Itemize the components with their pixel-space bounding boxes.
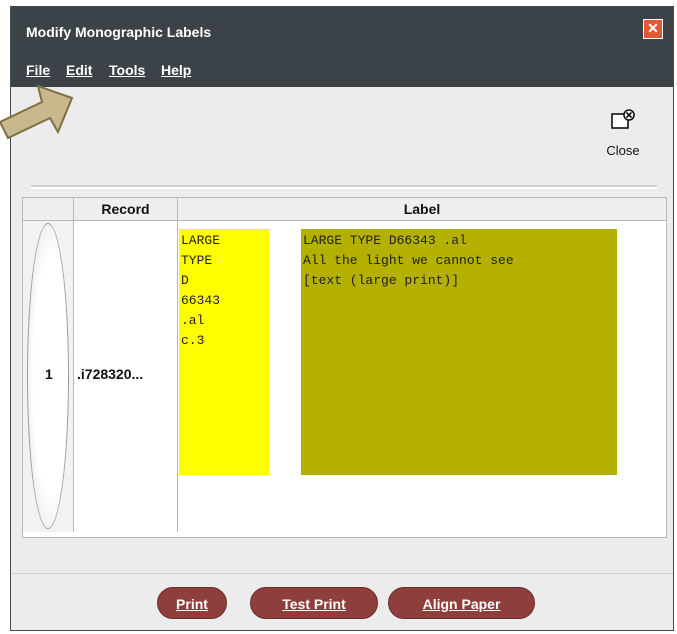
record-column-header[interactable]: Record: [74, 198, 178, 221]
test-print-button[interactable]: Test Print: [250, 587, 378, 619]
menu-bar: File Edit Tools Help: [11, 55, 673, 87]
window-title: Modify Monographic Labels: [26, 24, 212, 40]
modify-labels-window: Modify Monographic Labels ✕ File Edit To…: [10, 6, 674, 631]
menu-edit[interactable]: Edit: [66, 62, 92, 78]
button-bar: Print Test Print Align Paper: [11, 573, 673, 630]
spine-label[interactable]: LARGE TYPE D 66343 .al c.3: [179, 229, 269, 475]
pocket-label[interactable]: LARGE TYPE D66343 .al All the light we c…: [301, 229, 617, 475]
spine-line: D: [181, 273, 189, 288]
close-tool-button[interactable]: Close: [593, 109, 653, 169]
record-cell[interactable]: .i728320...: [74, 221, 178, 532]
spine-line: c.3: [181, 333, 205, 348]
spine-line: TYPE: [181, 253, 213, 268]
row-number: 1: [45, 366, 53, 382]
label-column-header[interactable]: Label: [178, 198, 666, 221]
menu-file[interactable]: File: [26, 62, 50, 78]
pointer-arrow-icon: [0, 84, 74, 140]
row-number-header: [23, 198, 74, 221]
align-paper-button[interactable]: Align Paper: [388, 587, 535, 619]
spine-line: .al: [181, 313, 205, 328]
close-tool-label: Close: [606, 143, 640, 158]
close-window-icon: [611, 109, 635, 129]
row-header-cell[interactable]: 1: [23, 221, 74, 532]
spine-line: 66343: [181, 293, 221, 308]
print-button[interactable]: Print: [157, 587, 227, 619]
pocket-line: LARGE TYPE D66343 .al: [303, 233, 467, 248]
record-id: .i728320...: [77, 366, 144, 382]
spine-line: LARGE: [181, 233, 221, 248]
toolbar: Close: [11, 87, 673, 187]
toolbar-separator: [31, 185, 657, 189]
pocket-line: [text (large print)]: [303, 273, 460, 288]
menu-tools[interactable]: Tools: [109, 62, 145, 78]
window-close-button[interactable]: ✕: [643, 19, 663, 39]
pocket-line: All the light we cannot see: [303, 253, 514, 268]
menu-help[interactable]: Help: [161, 62, 191, 78]
title-bar: Modify Monographic Labels ✕: [11, 7, 673, 55]
